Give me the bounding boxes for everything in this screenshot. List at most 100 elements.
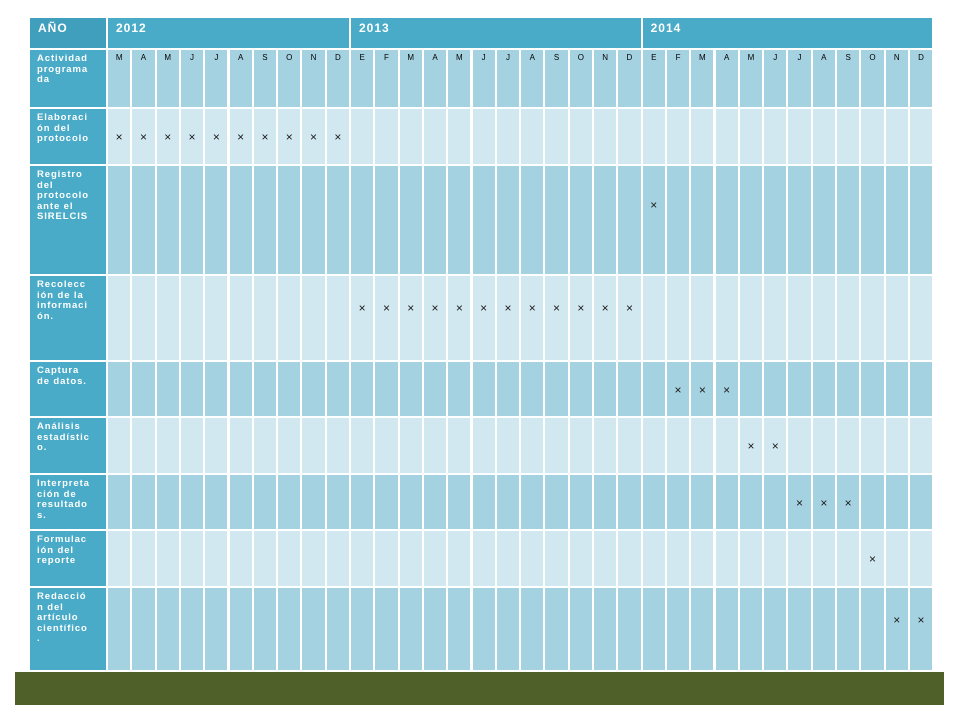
schedule-cell (302, 166, 325, 274)
schedule-mark: × (569, 276, 592, 360)
schedule-cell (278, 531, 301, 586)
schedule-cell (545, 531, 568, 586)
schedule-cell (837, 588, 860, 670)
schedule-mark: × (788, 475, 811, 529)
schedule-cell (399, 166, 422, 274)
schedule-cell (764, 362, 787, 416)
schedule-cell (472, 531, 495, 586)
schedule-cell (351, 109, 374, 164)
schedule-cell (739, 362, 763, 416)
schedule-cell (351, 362, 374, 416)
schedule-cell (108, 362, 131, 416)
schedule-mark: × (496, 276, 520, 360)
month-header: J (764, 50, 787, 107)
schedule-cell (229, 166, 252, 274)
schedule-cell (156, 362, 179, 416)
schedule-cell (302, 588, 325, 670)
schedule-mark: × (253, 109, 277, 164)
schedule-mark: × (326, 109, 349, 164)
schedule-cell (594, 109, 617, 164)
month-header: S (837, 50, 860, 107)
month-header: E (642, 50, 665, 107)
schedule-cell (229, 588, 252, 670)
schedule-cell (180, 166, 204, 274)
schedule-cell (545, 475, 568, 529)
schedule-cell (715, 166, 738, 274)
schedule-cell (132, 276, 155, 360)
schedule-cell (691, 475, 714, 529)
schedule-cell (180, 362, 204, 416)
schedule-cell (375, 531, 398, 586)
schedule-cell (423, 166, 447, 274)
schedule-cell (909, 362, 933, 416)
schedule-cell (496, 531, 520, 586)
schedule-cell (253, 166, 277, 274)
schedule-cell (132, 362, 155, 416)
month-header: M (739, 50, 763, 107)
schedule-cell (861, 276, 884, 360)
schedule-cell (423, 531, 447, 586)
schedule-cell (861, 418, 884, 473)
schedule-cell (569, 475, 592, 529)
schedule-cell (788, 531, 811, 586)
schedule-cell (812, 588, 835, 670)
schedule-cell (837, 109, 860, 164)
schedule-cell (302, 531, 325, 586)
month-header: O (278, 50, 301, 107)
schedule-mark: × (278, 109, 301, 164)
month-header: A (229, 50, 252, 107)
schedule-cell (691, 418, 714, 473)
schedule-cell (108, 276, 131, 360)
year-header-2013: 2013 (351, 18, 641, 48)
month-header: S (253, 50, 277, 107)
month-header: M (399, 50, 422, 107)
schedule-cell (351, 588, 374, 670)
schedule-cell (666, 531, 690, 586)
schedule-cell (108, 475, 131, 529)
schedule-cell (205, 362, 228, 416)
schedule-cell (642, 418, 665, 473)
schedule-cell (569, 362, 592, 416)
schedule-cell (399, 531, 422, 586)
schedule-cell (545, 588, 568, 670)
schedule-cell (885, 531, 908, 586)
schedule-mark: × (180, 109, 204, 164)
schedule-cell (351, 531, 374, 586)
schedule-cell (132, 531, 155, 586)
month-header: D (909, 50, 933, 107)
schedule-cell (278, 362, 301, 416)
schedule-cell (326, 418, 349, 473)
schedule-cell (448, 418, 471, 473)
schedule-cell (812, 418, 835, 473)
schedule-cell (375, 109, 398, 164)
schedule-cell (618, 531, 641, 586)
schedule-cell (253, 362, 277, 416)
schedule-cell (521, 418, 544, 473)
schedule-cell (448, 166, 471, 274)
schedule-cell (885, 418, 908, 473)
schedule-cell (472, 588, 495, 670)
schedule-cell (618, 166, 641, 274)
schedule-cell (642, 109, 665, 164)
schedule-table: AÑO 2012 2013 2014 Actividad programa da M A M J… (30, 18, 933, 670)
schedule-cell (253, 276, 277, 360)
schedule-mark: × (229, 109, 252, 164)
schedule-cell (909, 109, 933, 164)
activity-label: Recolecc ión de la informaci ón. (30, 276, 106, 360)
schedule-cell (715, 109, 738, 164)
schedule-cell (788, 276, 811, 360)
schedule-cell (399, 109, 422, 164)
schedule-cell (521, 531, 544, 586)
schedule-cell (351, 166, 374, 274)
schedule-cell (594, 588, 617, 670)
month-header: N (885, 50, 908, 107)
schedule-cell (253, 531, 277, 586)
schedule-cell (132, 418, 155, 473)
schedule-mark: × (812, 475, 835, 529)
schedule-cell (229, 362, 252, 416)
schedule-cell (812, 166, 835, 274)
schedule-cell (180, 276, 204, 360)
activity-label: Análisis estadístic o. (30, 418, 106, 473)
schedule-cell (885, 109, 908, 164)
schedule-cell (423, 109, 447, 164)
